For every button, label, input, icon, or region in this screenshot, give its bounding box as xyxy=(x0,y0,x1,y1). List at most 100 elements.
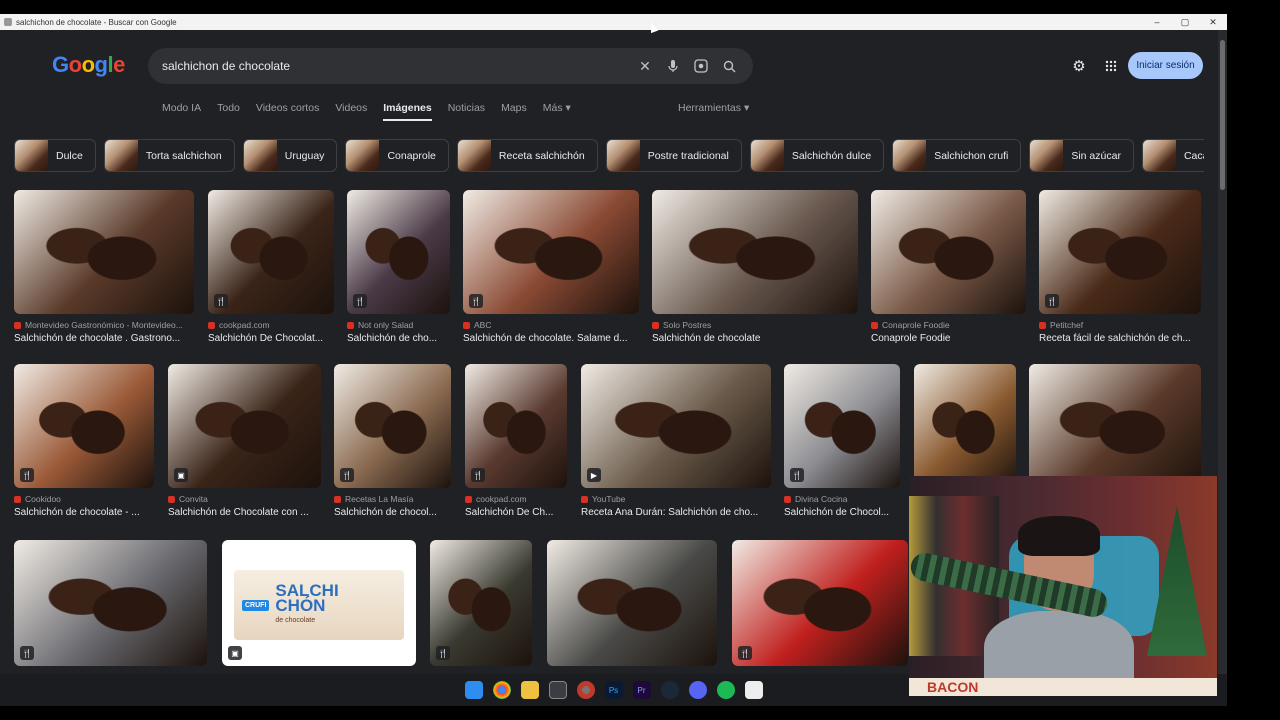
tab-noticias[interactable]: Noticias xyxy=(448,102,485,121)
image-result-card[interactable]: 🍴 Divina Cocina Salchichón de Chocol... xyxy=(784,364,900,518)
result-source[interactable]: cookpad.com xyxy=(465,494,567,504)
chip[interactable]: Sin azúcar xyxy=(1029,139,1134,172)
chip[interactable]: Dulce xyxy=(14,139,96,172)
result-source[interactable]: Divina Cocina xyxy=(784,494,900,504)
image-result-card[interactable]: 🍴 xyxy=(430,540,532,666)
app-icon[interactable] xyxy=(548,681,567,699)
image-result-card[interactable]: 🍴 Recetas La Masía Salchichón de chocol... xyxy=(334,364,451,518)
minimize-button[interactable]: – xyxy=(1143,17,1171,27)
chrome-icon[interactable] xyxy=(492,681,511,699)
result-source[interactable]: cookpad.com xyxy=(208,320,334,330)
result-caption[interactable]: Salchichón De Chocolat... xyxy=(208,333,334,344)
windows-icon[interactable] xyxy=(464,681,483,699)
result-source[interactable]: Cookidoo xyxy=(14,494,154,504)
chip[interactable]: Salchichón dulce xyxy=(749,139,885,172)
search-input[interactable] xyxy=(162,59,631,73)
image-result-card[interactable]: 🍴 xyxy=(732,540,908,666)
image-result-card[interactable]: 🍴 Cookidoo Salchichón de chocolate - ... xyxy=(14,364,154,518)
scrollbar[interactable] xyxy=(1218,30,1227,674)
result-thumbnail[interactable]: 🍴 xyxy=(1039,190,1201,314)
image-result-card[interactable]: 🍴 ABC Salchichón de chocolate. Salame d... xyxy=(463,190,639,344)
result-thumbnail[interactable] xyxy=(871,190,1026,314)
result-source[interactable]: Montevideo Gastronómico - Montevideo... xyxy=(14,320,194,330)
result-caption[interactable]: Conaprole Foodie xyxy=(871,333,1026,344)
image-result-card[interactable]: CRUFI SALCHI CHÓN de chocolate ▣ xyxy=(222,540,416,666)
image-result-card[interactable]: 🍴 xyxy=(14,540,207,666)
result-source[interactable]: Recetas La Masía xyxy=(334,494,451,504)
result-thumbnail[interactable]: 🍴 xyxy=(347,190,450,314)
result-thumbnail[interactable]: CRUFI SALCHI CHÓN de chocolate ▣ xyxy=(222,540,416,666)
tab-imagenes[interactable]: Imágenes xyxy=(383,102,433,121)
result-thumbnail[interactable] xyxy=(14,190,194,314)
result-thumbnail[interactable]: 🍴 xyxy=(430,540,532,666)
close-window-button[interactable]: ✕ xyxy=(1199,17,1227,28)
image-result-card[interactable]: ▣ Convita Salchichón de Chocolate con ... xyxy=(168,364,321,518)
chip[interactable]: Uruguay xyxy=(242,139,338,172)
image-result-card[interactable]: Montevideo Gastronómico - Montevideo... S… xyxy=(14,190,194,344)
maximize-button[interactable]: ▢ xyxy=(1171,17,1199,28)
result-thumbnail[interactable]: ▶ xyxy=(581,364,771,488)
chip[interactable]: Cacao amarg xyxy=(1141,139,1204,172)
files-icon[interactable] xyxy=(520,681,539,699)
scrollbar-thumb[interactable] xyxy=(1220,40,1225,190)
result-caption[interactable]: Salchichón de chocolate . Gastrono... xyxy=(14,333,194,344)
settings-gear-icon[interactable]: ⚙ xyxy=(1069,56,1089,76)
steam-icon[interactable] xyxy=(660,681,679,699)
chip[interactable]: Conaprole xyxy=(345,139,449,172)
tools-button[interactable]: Herramientas ▾ xyxy=(678,102,749,114)
result-caption[interactable]: Receta Ana Durán: Salchichón de cho... xyxy=(581,507,771,518)
result-caption[interactable]: Salchichón de Chocolate con ... xyxy=(168,507,321,518)
app-icon[interactable] xyxy=(744,681,763,699)
result-source[interactable]: YouTube xyxy=(581,494,771,504)
result-caption[interactable]: Salchichón de Chocol... xyxy=(784,507,900,518)
tab-todo[interactable]: Todo xyxy=(217,102,240,121)
image-result-card[interactable] xyxy=(914,364,1016,488)
image-result-card[interactable]: Conaprole Foodie Conaprole Foodie xyxy=(871,190,1026,344)
result-source[interactable]: Not only Salad xyxy=(347,320,450,330)
tab-modo-ia[interactable]: Modo IA xyxy=(162,102,201,121)
tab-mas[interactable]: Más ▾ xyxy=(543,102,571,121)
result-source[interactable]: Conaprole Foodie xyxy=(871,320,1026,330)
image-result-card[interactable]: 🍴 Petitchef Receta fácil de salchichón de … xyxy=(1039,190,1201,344)
result-thumbnail[interactable] xyxy=(547,540,717,666)
result-thumbnail[interactable]: 🍴 xyxy=(334,364,451,488)
result-source[interactable]: Convita xyxy=(168,494,321,504)
result-source[interactable]: ABC xyxy=(463,320,639,330)
result-thumbnail[interactable]: 🍴 xyxy=(465,364,567,488)
discord-icon[interactable] xyxy=(688,681,707,699)
microphone-icon[interactable] xyxy=(659,52,687,80)
tab-videos-cortos[interactable]: Videos cortos xyxy=(256,102,319,121)
image-result-card[interactable]: 🍴 cookpad.com Salchichón De Chocolat... xyxy=(208,190,334,344)
result-source[interactable]: Solo Postres xyxy=(652,320,858,330)
result-thumbnail[interactable]: 🍴 xyxy=(14,540,207,666)
search-icon[interactable] xyxy=(715,52,743,80)
chrome-icon[interactable] xyxy=(576,681,595,699)
result-thumbnail[interactable]: 🍴 xyxy=(784,364,900,488)
result-caption[interactable]: Salchichón De Ch... xyxy=(465,507,567,518)
clear-icon[interactable]: ✕ xyxy=(631,52,659,80)
image-result-card[interactable] xyxy=(547,540,717,666)
result-thumbnail[interactable]: 🍴 xyxy=(14,364,154,488)
chip[interactable]: Salchichon crufi xyxy=(892,139,1022,172)
lens-icon[interactable] xyxy=(687,52,715,80)
chip[interactable]: Postre tradicional xyxy=(605,139,742,172)
result-thumbnail[interactable]: 🍴 xyxy=(732,540,908,666)
image-result-card[interactable] xyxy=(1029,364,1201,488)
tab-videos[interactable]: Videos xyxy=(335,102,367,121)
image-result-card[interactable]: 🍴 cookpad.com Salchichón De Ch... xyxy=(465,364,567,518)
chip[interactable]: Receta salchichón xyxy=(456,139,598,172)
result-caption[interactable]: Receta fácil de salchichón de ch... xyxy=(1039,333,1201,344)
chip[interactable]: Torta salchichon xyxy=(103,139,235,172)
result-source[interactable]: Petitchef xyxy=(1039,320,1201,330)
result-caption[interactable]: Salchichón de chocolate - ... xyxy=(14,507,154,518)
result-thumbnail[interactable]: 🍴 xyxy=(208,190,334,314)
result-thumbnail[interactable]: ▣ xyxy=(168,364,321,488)
result-thumbnail[interactable] xyxy=(914,364,1016,488)
image-result-card[interactable]: Solo Postres Salchichón de chocolate xyxy=(652,190,858,344)
result-caption[interactable]: Salchichón de chocolate xyxy=(652,333,858,344)
image-result-card[interactable]: ▶ YouTube Receta Ana Durán: Salchichón de … xyxy=(581,364,771,518)
result-thumbnail[interactable] xyxy=(1029,364,1201,488)
result-thumbnail[interactable]: 🍴 xyxy=(463,190,639,314)
sign-in-button[interactable]: Iniciar sesión xyxy=(1128,52,1203,79)
spotify-icon[interactable] xyxy=(716,681,735,699)
